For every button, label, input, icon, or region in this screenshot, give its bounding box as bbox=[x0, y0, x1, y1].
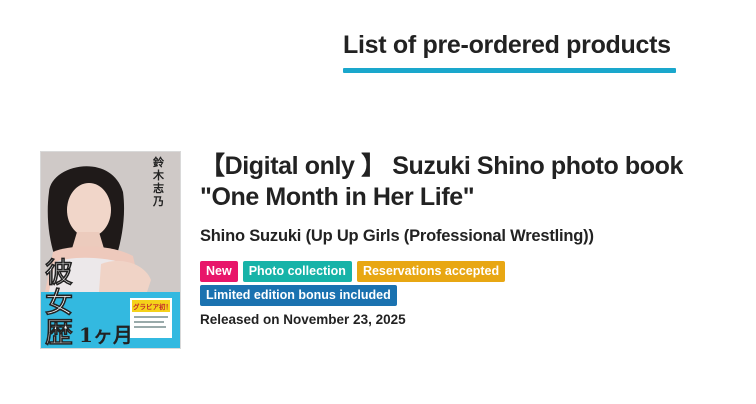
cover-title-char-2: 女 bbox=[45, 286, 73, 319]
tag-limited-edition-bonus: Limited edition bonus included bbox=[200, 285, 397, 306]
product-title-line-2[interactable]: "One Month in Her Life" bbox=[200, 182, 730, 213]
product-info: 【Digital only 】 Suzuki Shino photo book … bbox=[200, 151, 730, 327]
tag-new: New bbox=[200, 261, 238, 282]
product-title[interactable]: 【Digital only 】 Suzuki Shino photo book … bbox=[200, 151, 730, 213]
cover-title-char-1: 彼 bbox=[45, 256, 73, 289]
cover-badge-text: グラビア初！ bbox=[133, 302, 172, 311]
release-date: Released on November 23, 2025 bbox=[200, 312, 406, 327]
cover-name-3: 志 bbox=[153, 181, 164, 195]
cover-title-suffix: 1ヶ月 bbox=[79, 323, 133, 347]
product-card[interactable]: 鈴 木 志 乃 グラビア初！ 彼 女 歴 1ヶ月 【Digital only 】… bbox=[40, 151, 730, 351]
cover-name-1: 鈴 bbox=[153, 155, 165, 169]
section-title: List of pre-ordered products bbox=[343, 31, 671, 59]
product-title-line-1[interactable]: 【Digital only 】 Suzuki Shino photo book bbox=[200, 151, 730, 182]
product-cover-image[interactable]: 鈴 木 志 乃 グラビア初！ 彼 女 歴 1ヶ月 bbox=[40, 151, 181, 349]
tag-reservations-accepted: Reservations accepted bbox=[356, 261, 506, 282]
cover-title-char-3: 歴 bbox=[45, 316, 73, 348]
section-heading: List of pre-ordered products bbox=[343, 28, 676, 73]
product-tags: New Photo collection Reservations accept… bbox=[200, 261, 540, 306]
cover-name-2: 木 bbox=[152, 168, 165, 182]
tag-photo-collection: Photo collection bbox=[242, 261, 352, 282]
cover-name-4: 乃 bbox=[152, 195, 164, 208]
section-underline bbox=[343, 68, 676, 73]
product-artist[interactable]: Shino Suzuki (Up Up Girls (Professional … bbox=[200, 227, 730, 246]
